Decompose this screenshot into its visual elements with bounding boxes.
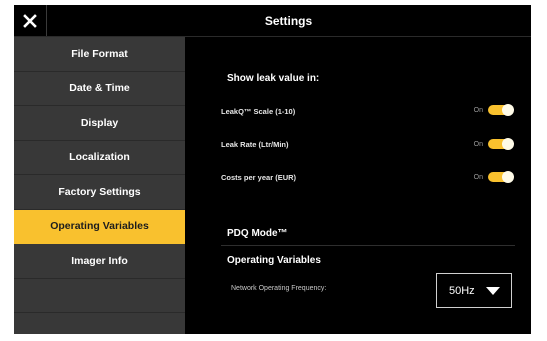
- operating-variables-title: Operating Variables: [227, 255, 321, 266]
- network-frequency-value: 50Hz: [449, 284, 475, 297]
- toggle-state-text: On: [473, 173, 483, 181]
- toggle-label-leak-rate: Leak Rate (Ltr/Min): [221, 140, 289, 149]
- toggle-label-costs: Costs per year (EUR): [221, 173, 297, 182]
- divider: [221, 245, 515, 246]
- network-frequency-select[interactable]: 50Hz: [436, 273, 512, 308]
- sidebar-item-localization[interactable]: Localization: [14, 141, 185, 175]
- close-icon: [23, 13, 37, 28]
- toggle-state-text: On: [473, 106, 483, 114]
- sidebar-item-date-time[interactable]: Date & Time: [14, 72, 185, 106]
- sidebar-item-operating-variables[interactable]: Operating Variables: [14, 209, 185, 244]
- toggle-knob: [502, 104, 514, 116]
- sidebar-item-empty: [14, 279, 185, 313]
- sidebar-item-factory-settings[interactable]: Factory Settings: [14, 175, 185, 210]
- close-button[interactable]: [14, 5, 47, 36]
- toggle-state-text: On: [473, 140, 483, 148]
- pdq-mode-item[interactable]: PDQ Mode™: [227, 228, 288, 239]
- header-bar: Settings: [14, 5, 531, 37]
- sidebar-item-file-format[interactable]: File Format: [14, 37, 185, 72]
- settings-content: Show leak value in: LeakQ™ Scale (1-10) …: [185, 37, 531, 334]
- toggle-leak-rate[interactable]: On: [473, 138, 514, 150]
- sidebar-item-imager-info[interactable]: Imager Info: [14, 244, 185, 279]
- network-frequency-label: Network Operating Frequency:: [231, 285, 327, 292]
- sidebar: File Format Date & Time Display Localiza…: [14, 37, 185, 334]
- toggle-switch[interactable]: [488, 104, 514, 116]
- toggle-label-leakq: LeakQ™ Scale (1-10): [221, 107, 296, 116]
- toggle-switch[interactable]: [488, 171, 514, 183]
- toggle-switch[interactable]: [488, 138, 514, 150]
- leak-section-title: Show leak value in:: [227, 73, 320, 84]
- page-title: Settings: [264, 13, 313, 28]
- sidebar-item-display[interactable]: Display: [14, 106, 185, 141]
- toggle-knob: [502, 138, 514, 150]
- toggle-knob: [502, 171, 514, 183]
- toggle-costs[interactable]: On: [473, 171, 514, 183]
- toggle-leakq[interactable]: On: [473, 104, 514, 116]
- settings-screen: Settings File Format Date & Time Display…: [14, 5, 531, 334]
- caret-down-icon: [486, 287, 500, 295]
